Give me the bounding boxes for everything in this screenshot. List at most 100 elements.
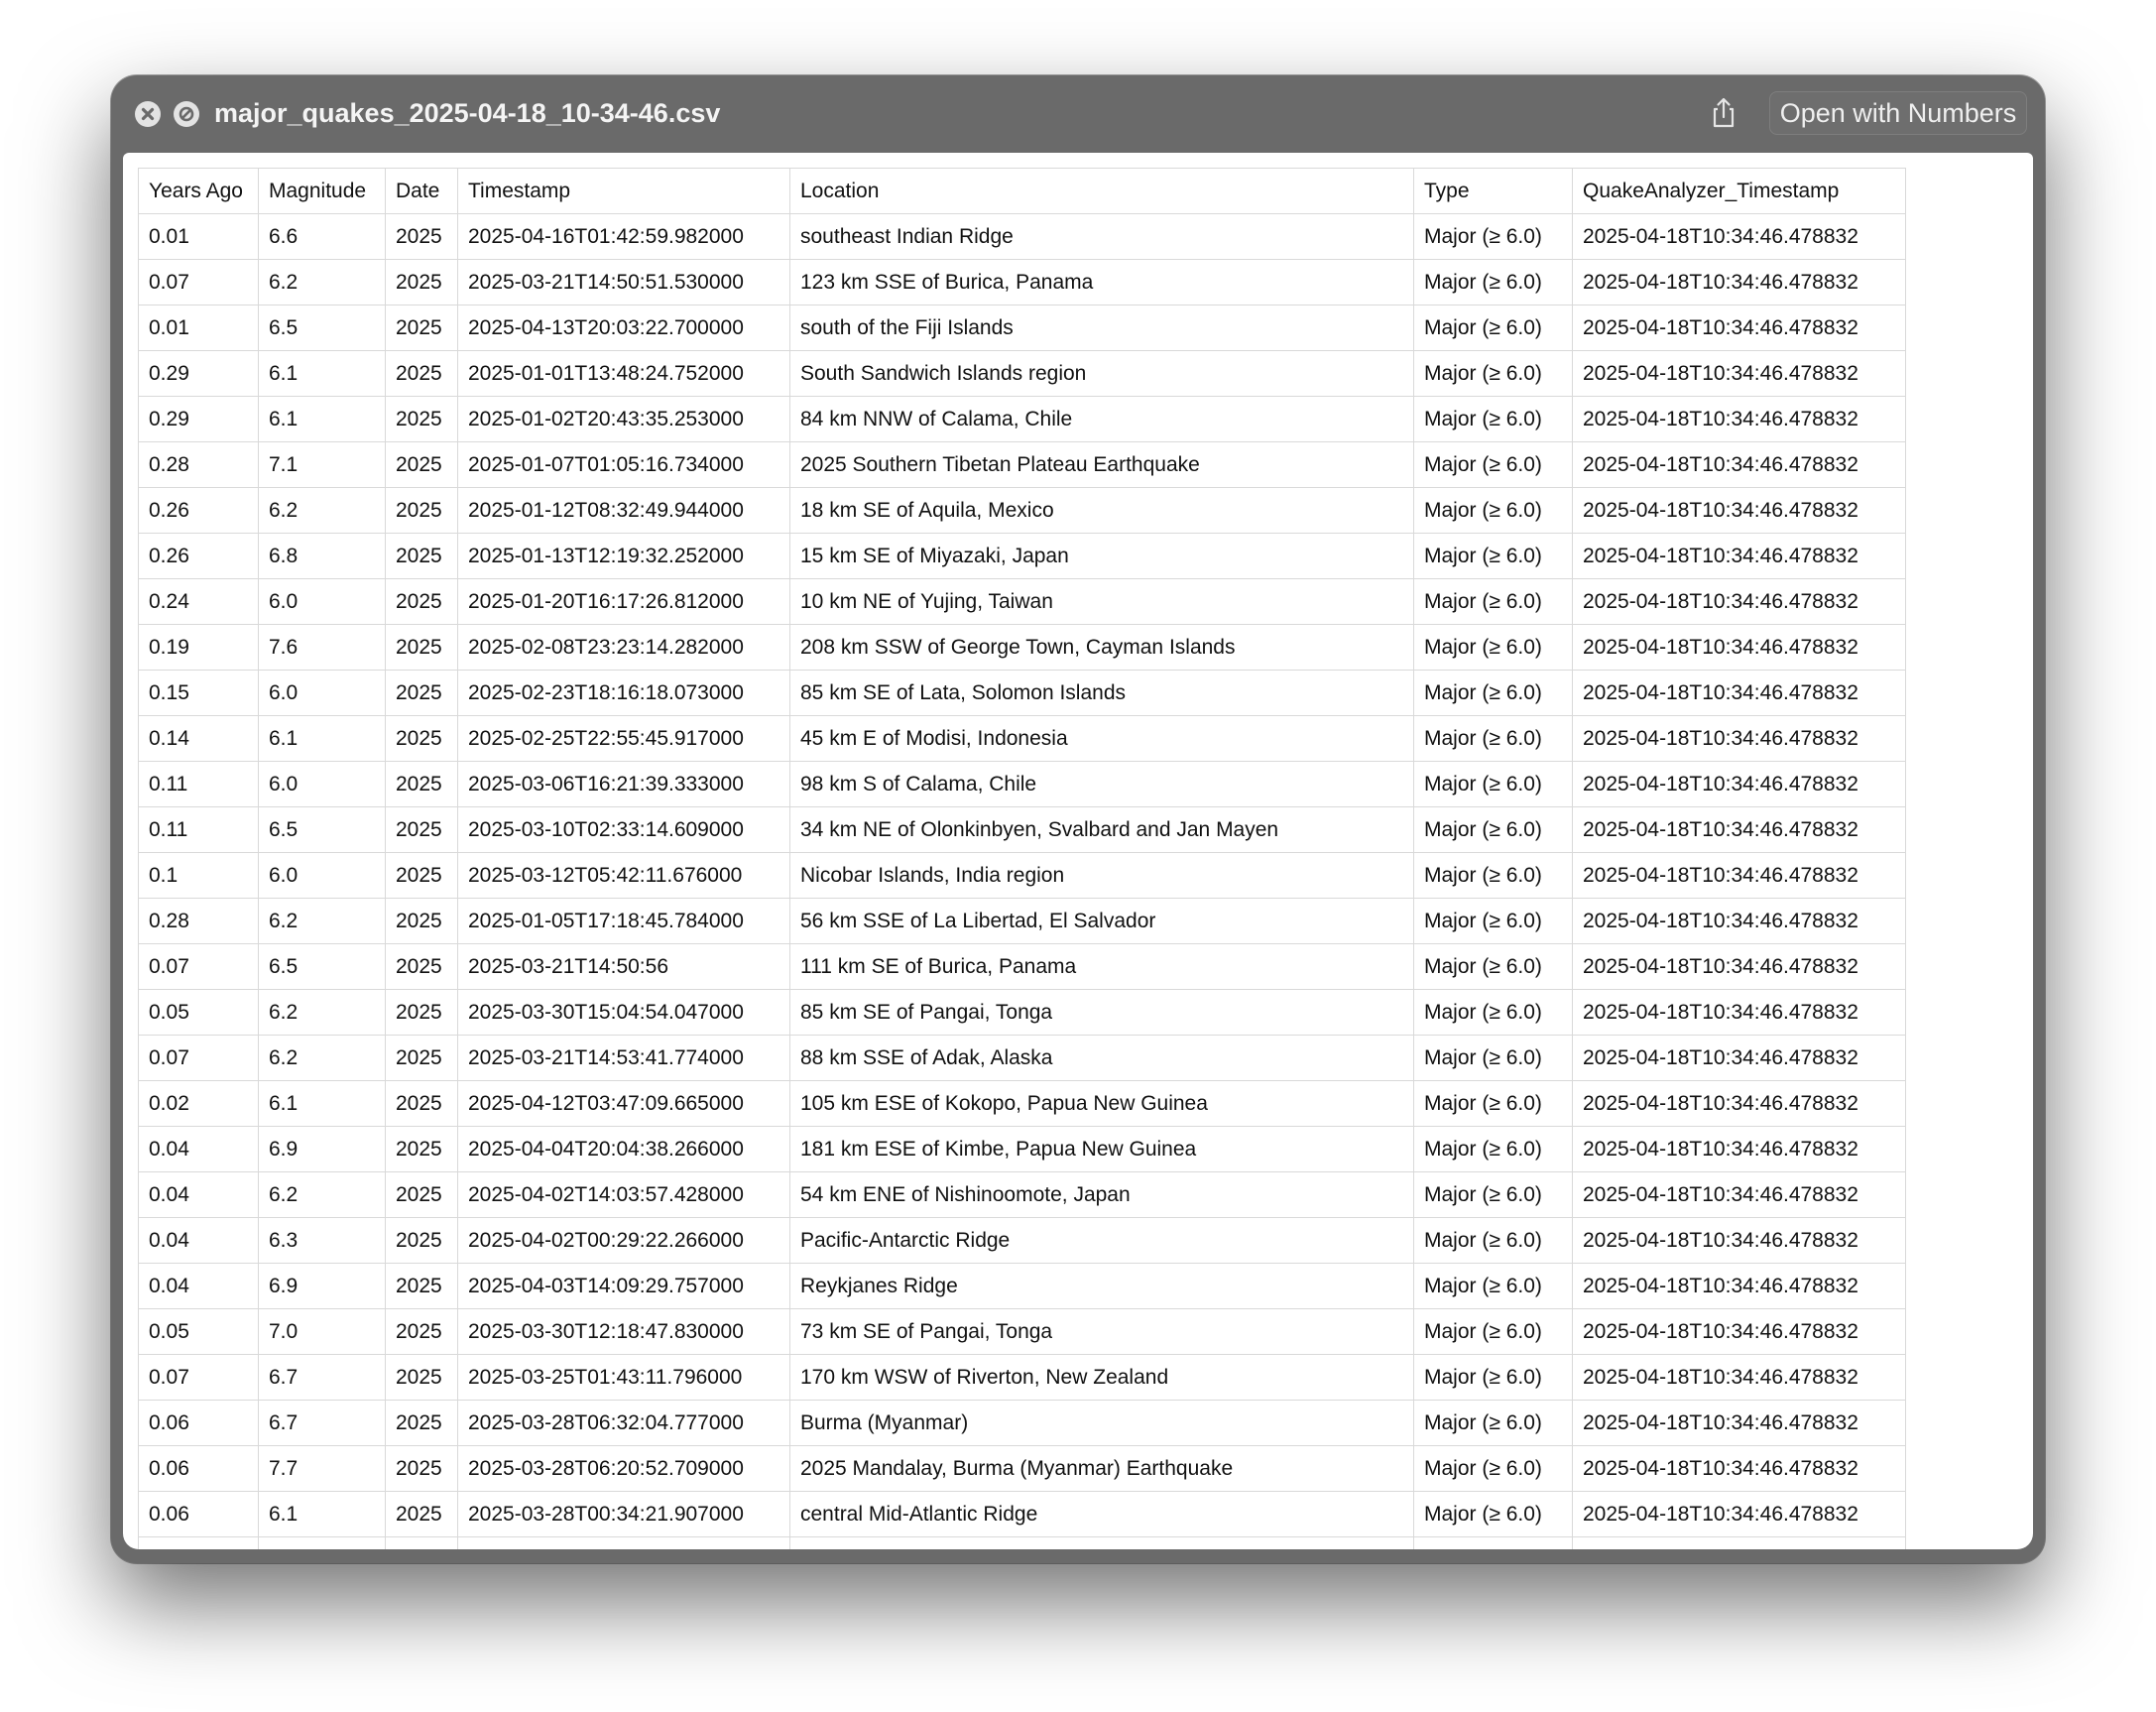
cell-location: South Sandwich Islands region (789, 350, 1414, 397)
cell-years-ago: 0.07 (138, 1354, 259, 1401)
cell-magnitude: 6.5 (258, 943, 386, 990)
cell-location: south of the Fiji Islands (789, 305, 1414, 351)
cell-type: Major (≥ 6.0) (1413, 441, 1573, 488)
cell-timestamp: 2025-03-06T16:21:39.333000 (457, 761, 790, 807)
cell-timestamp: 2025-01-13T12:19:32.252000 (457, 533, 790, 579)
cell-years-ago: 0.29 (138, 350, 259, 397)
cell-magnitude: 6.2 (258, 898, 386, 944)
cell-years-ago: 0.04 (138, 1263, 259, 1309)
cell-years-ago: 0.04 (138, 1126, 259, 1172)
cell-location: 15 km SE of Miyazaki, Japan (789, 533, 1414, 579)
cell-magnitude: 7.6 (258, 624, 386, 671)
cell-quakeanalyzer-timestamp: 2025-04-18T10:34:46.478832 (1572, 533, 1906, 579)
cell-years-ago: 0.01 (138, 305, 259, 351)
cell-location: 208 km SSW of George Town, Cayman Island… (789, 624, 1414, 671)
cell-location: 170 km WSW of Riverton, New Zealand (789, 1354, 1414, 1401)
cell-location: Burma (Myanmar) (789, 1400, 1414, 1446)
cell-type: Major (≥ 6.0) (1413, 1080, 1573, 1127)
cell-date: 2025 (385, 715, 458, 762)
cell-timestamp: 2025-03-12T05:42:11.676000 (457, 852, 790, 899)
csv-preview[interactable]: Years Ago Magnitude Date Timestamp Location T… (123, 153, 2033, 1549)
cell-timestamp: 2025-01-12T08:32:49.944000 (457, 487, 790, 534)
cell-quakeanalyzer-timestamp: 2025-04-18T10:34:46.478832 (1572, 670, 1906, 716)
column-header-timestamp: Timestamp (457, 168, 790, 214)
cell-quakeanalyzer-timestamp: 2025-04-18T10:34:46.478832 (1572, 1445, 1906, 1492)
cell-location: Reykjanes Ridge (789, 1263, 1414, 1309)
cell-years-ago: 0.02 (138, 1080, 259, 1127)
column-header-years-ago: Years Ago (138, 168, 259, 214)
cell-type: Major (≥ 6.0) (1413, 1400, 1573, 1446)
cell-timestamp: 2025-03-28T06:20:52.709000 (457, 1445, 790, 1492)
cell-quakeanalyzer-timestamp: 2025-04-18T10:34:46.478832 (1572, 898, 1906, 944)
cell-years-ago: 0.07 (138, 1536, 259, 1549)
cell-timestamp: 2025-04-12T03:47:09.665000 (457, 1080, 790, 1127)
cell-quakeanalyzer-timestamp: 2025-04-18T10:34:46.478832 (1572, 806, 1906, 853)
cell-type: Major (≥ 6.0) (1413, 578, 1573, 625)
cell-timestamp: 2025-03-28T06:32:04.777000 (457, 1400, 790, 1446)
cell-quakeanalyzer-timestamp: 2025-04-18T10:34:46.478832 (1572, 1308, 1906, 1355)
cell-quakeanalyzer-timestamp: 2025-04-18T10:34:46.478832 (1572, 624, 1906, 671)
cell-years-ago: 0.06 (138, 1491, 259, 1537)
cell-years-ago: 0.28 (138, 441, 259, 488)
cell-type: Major (≥ 6.0) (1413, 1035, 1573, 1081)
title-bar: major_quakes_2025-04-18_10-34-46.csv Ope… (111, 75, 2045, 151)
cell-type: Major (≥ 6.0) (1413, 1445, 1573, 1492)
cell-type: Major (≥ 6.0) (1413, 852, 1573, 899)
cell-years-ago: 0.06 (138, 1445, 259, 1492)
table-row: 0.29 6.1 2025 2025-01-02T20:43:35.253000 84 … (138, 396, 1906, 442)
cell-quakeanalyzer-timestamp: 2025-04-18T10:34:46.478832 (1572, 1035, 1906, 1081)
cell-type: Major (≥ 6.0) (1413, 1263, 1573, 1309)
data-table: Years Ago Magnitude Date Timestamp Location T… (138, 168, 1906, 1549)
cell-date: 2025 (385, 670, 458, 716)
cell-date: 2025 (385, 1400, 458, 1446)
cell-location: 85 km SE of Pangai, Tonga (789, 989, 1414, 1036)
cell-magnitude: 6.2 (258, 989, 386, 1036)
stop-button[interactable] (174, 101, 199, 127)
cell-magnitude: 6.5 (258, 305, 386, 351)
cell-date: 2025 (385, 350, 458, 397)
table-header-row: Years Ago Magnitude Date Timestamp Location T… (138, 168, 1906, 214)
cell-quakeanalyzer-timestamp: 2025-04-18T10:34:46.478832 (1572, 487, 1906, 534)
cell-date: 2025 (385, 761, 458, 807)
table-row: 0.05 7.0 2025 2025-03-30T12:18:47.830000 73 … (138, 1308, 1906, 1355)
cell-timestamp: 2025-01-20T16:17:26.812000 (457, 578, 790, 625)
table-row: 0.04 6.9 2025 2025-04-03T14:09:29.757000 Rey… (138, 1263, 1906, 1309)
cell-years-ago: 0.29 (138, 396, 259, 442)
cell-magnitude: 6.1 (258, 396, 386, 442)
close-button[interactable] (135, 101, 161, 127)
cell-date: 2025 (385, 305, 458, 351)
cell-magnitude: 7.1 (258, 441, 386, 488)
table-row: 0.15 6.0 2025 2025-02-23T18:16:18.073000 85 … (138, 670, 1906, 716)
cell-timestamp: 2025-03-10T02:33:14.609000 (457, 806, 790, 853)
cell-type: Major (≥ 6.0) (1413, 670, 1573, 716)
cell-magnitude: 6.9 (258, 1126, 386, 1172)
cell-type: Major (≥ 6.0) (1413, 213, 1573, 260)
table-row: 0.06 6.1 2025 2025-03-28T00:34:21.907000 cen… (138, 1491, 1906, 1537)
table-row: 0.11 6.0 2025 2025-03-06T16:21:39.333000 98 … (138, 761, 1906, 807)
cell-years-ago: 0.1 (138, 852, 259, 899)
cell-date: 2025 (385, 1354, 458, 1401)
share-button[interactable] (1706, 95, 1741, 131)
cell-date: 2025 (385, 1126, 458, 1172)
cell-magnitude: 6.7 (258, 1400, 386, 1446)
table-row: 0.076.120252025-03-26T17:47:37.681000cen… (138, 1536, 1906, 1549)
table-row: 0.26 6.2 2025 2025-01-12T08:32:49.944000 18 … (138, 487, 1906, 534)
open-with-numbers-button[interactable]: Open with Numbers (1769, 91, 2027, 135)
table-row: 0.07 6.7 2025 2025-03-25T01:43:11.796000 170… (138, 1354, 1906, 1401)
cell-date: 2025 (385, 441, 458, 488)
cell-location: southeast Indian Ridge (789, 213, 1414, 260)
cell-quakeanalyzer-timestamp: 2025-04-18T10:34:46.478832 (1572, 852, 1906, 899)
cell-date: 2025 (385, 1171, 458, 1218)
cell-timestamp: 2025-01-07T01:05:16.734000 (457, 441, 790, 488)
cell-years-ago: 0.07 (138, 259, 259, 306)
cell-date: 2025 (385, 943, 458, 990)
cell-location: 181 km ESE of Kimbe, Papua New Guinea (789, 1126, 1414, 1172)
cell-quakeanalyzer-timestamp: 2025-04-18T10:34:46.478832 (1572, 1491, 1906, 1537)
cell-magnitude: 6.0 (258, 761, 386, 807)
cell-date: 2025 (385, 1536, 458, 1549)
cell-date: 2025 (385, 1308, 458, 1355)
cell-magnitude: 6.5 (258, 806, 386, 853)
cell-location: 18 km SE of Aquila, Mexico (789, 487, 1414, 534)
cell-type: Major (≥ 6.0) (1413, 1354, 1573, 1401)
cell-location: central Mid-Atlantic Ridge (789, 1536, 1414, 1549)
